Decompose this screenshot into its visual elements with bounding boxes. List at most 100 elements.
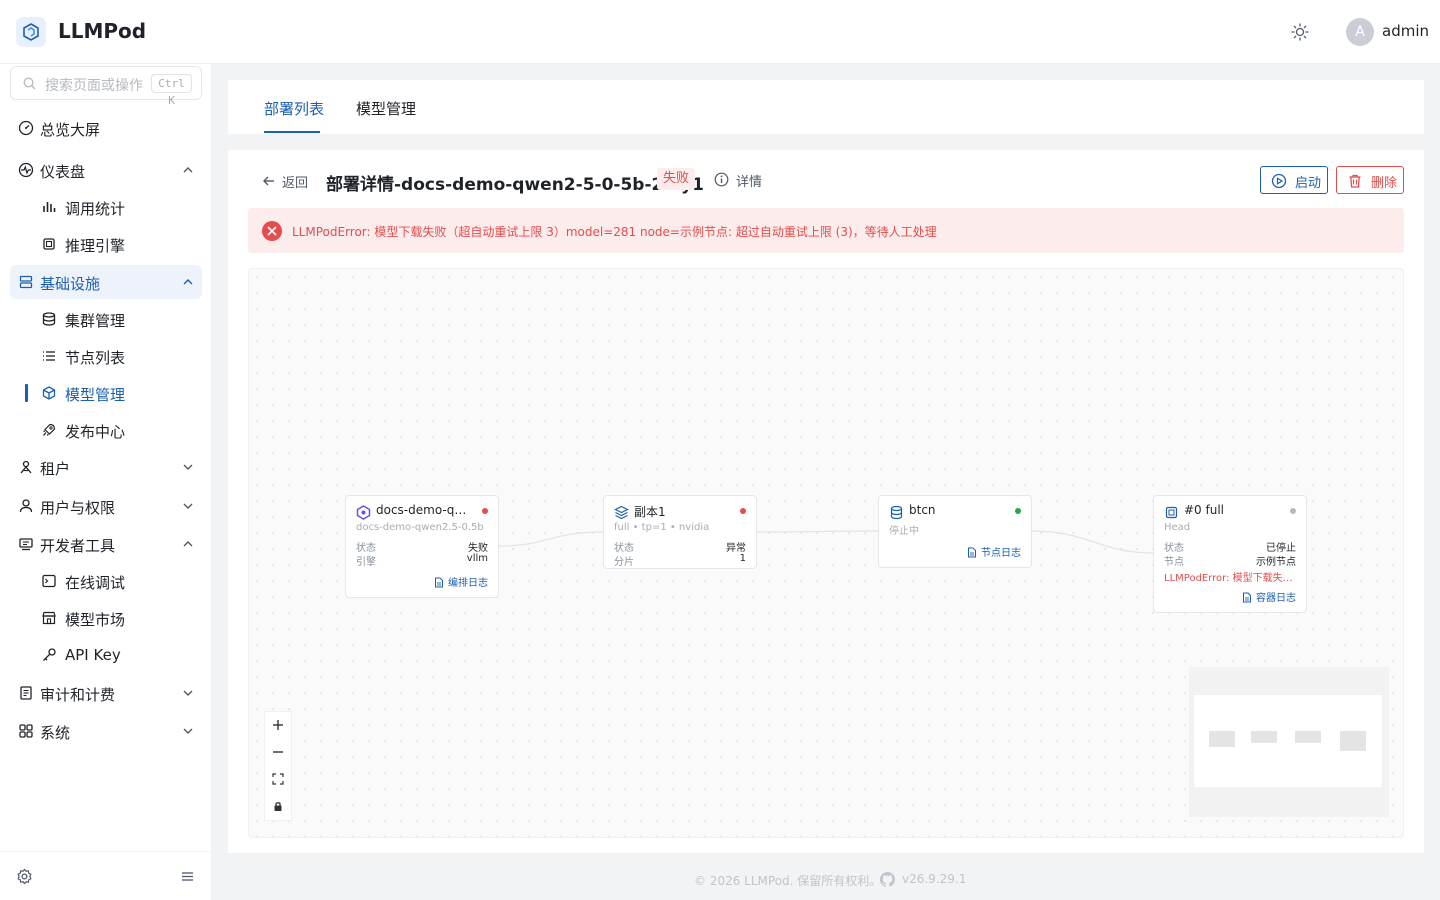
activity-icon — [18, 162, 34, 178]
status-badge: 失败 — [657, 168, 696, 190]
node-title: 副本1 — [634, 505, 666, 519]
replica-node[interactable]: 副本1 full • tp=1 • nvidia 状态 异常 分片 1 — [603, 495, 757, 569]
status-dot — [1015, 508, 1021, 514]
receipt-icon — [20, 686, 32, 700]
minimap-viewport — [1194, 695, 1382, 787]
zoom-in-button[interactable] — [265, 712, 291, 739]
sidebar-item-call-stats[interactable]: 调用统计 — [24, 190, 202, 224]
sidebar-group-label: 开发者工具 — [40, 537, 116, 555]
collapse-menu-icon[interactable] — [180, 869, 195, 884]
container-log-link[interactable]: 容器日志 — [1242, 589, 1296, 604]
github-icon[interactable] — [880, 872, 895, 887]
sidebar-group-users[interactable]: 用户与权限 — [10, 489, 202, 523]
sidebar-item-overview[interactable]: 总览大屏 — [10, 111, 202, 145]
node-engine-row: 引擎 vllm — [356, 553, 488, 568]
tab-deployment-list[interactable]: 部署列表 — [264, 98, 324, 119]
page-title: 部署详情-docs-demo-qwen2-5-0-5b-2my1 — [326, 175, 704, 195]
sidebar-group-label: 仪表盘 — [40, 163, 86, 181]
orchestration-log-link[interactable]: 编排日志 — [434, 574, 488, 589]
gear-icon[interactable] — [16, 868, 33, 885]
status-dot — [1290, 508, 1296, 514]
theme-toggle-sun-icon[interactable] — [1289, 21, 1311, 43]
sidebar-group-system[interactable]: 系统 — [10, 714, 202, 748]
search-input[interactable]: 搜索页面或操作 Ctrl K — [10, 66, 202, 107]
node-log-link[interactable]: 节点日志 — [967, 544, 1021, 559]
zoom-out-button[interactable] — [265, 739, 291, 766]
sidebar-group-label: 审计和计费 — [40, 686, 116, 704]
list-icon — [43, 351, 55, 361]
minimap-node — [1251, 731, 1277, 743]
gauge-icon — [18, 120, 34, 136]
fit-view-button[interactable] — [265, 766, 291, 793]
sidebar-group-dashboard[interactable]: 仪表盘 — [10, 153, 202, 187]
file-icon — [968, 547, 976, 558]
active-indicator — [25, 384, 28, 402]
sidebar-item-label: 发布中心 — [65, 423, 126, 441]
sidebar-group-tenant[interactable]: 租户 — [10, 450, 202, 484]
store-icon — [42, 611, 56, 625]
lock-button[interactable] — [265, 793, 291, 820]
database-icon — [890, 505, 903, 520]
sidebar-item-inference-engine[interactable]: 推理引擎 — [24, 227, 202, 261]
sidebar-footer — [0, 851, 212, 900]
chevron-down-icon — [183, 503, 193, 509]
minimap-node — [1295, 731, 1321, 743]
start-button[interactable]: 启动 — [1260, 166, 1328, 194]
terminal-icon — [42, 574, 56, 588]
minimap-node — [1340, 731, 1366, 751]
chevron-down-icon — [183, 728, 193, 734]
sidebar-group-infrastructure[interactable]: 基础设施 — [10, 265, 202, 299]
trash-icon — [1349, 174, 1361, 188]
node-title: btcn — [909, 503, 936, 517]
sidebar-item-model-management[interactable]: 模型管理 — [24, 376, 202, 410]
search-shortcut-hint: Ctrl K — [151, 74, 192, 107]
top-header: LLMPod A admin — [0, 0, 1440, 64]
sidebar-group-label: 基础设施 — [40, 275, 101, 293]
sidebar-group-label: 用户与权限 — [40, 499, 116, 517]
chevron-down-icon — [183, 690, 193, 696]
sidebar-item-cluster-management[interactable]: 集群管理 — [24, 302, 202, 336]
host-node[interactable]: btcn 停止中 节点日志 — [878, 495, 1032, 568]
sidebar-item-label: API Key — [65, 646, 121, 664]
sidebar-item-model-market[interactable]: 模型市场 — [24, 601, 202, 635]
chip-icon — [43, 238, 55, 250]
layers-icon — [614, 505, 629, 520]
file-icon — [1243, 592, 1251, 603]
sidebar-item-label: 节点列表 — [65, 349, 126, 367]
error-close-circle-icon — [262, 221, 282, 241]
minimap-node — [1209, 731, 1235, 747]
delete-button[interactable]: 删除 — [1336, 166, 1404, 194]
search-placeholder: 搜索页面或操作 — [45, 78, 143, 94]
fit-view-icon — [272, 773, 284, 785]
sidebar-item-online-debug[interactable]: 在线调试 — [24, 564, 202, 598]
sidebar-group-devtools[interactable]: 开发者工具 — [10, 527, 202, 561]
container-node[interactable]: #0 full Head 状态 已停止 节点 示例节点 LLMPodError: 模… — [1153, 495, 1307, 613]
node-shards-row: 分片 1 — [614, 553, 746, 568]
plus-icon — [273, 720, 283, 730]
sidebar-group-audit-billing[interactable]: 审计和计费 — [10, 676, 202, 710]
topology-canvas[interactable]: docs-demo-qwen2.5-0.5b docs-demo-qwen2.5… — [248, 268, 1404, 838]
file-icon — [435, 577, 443, 588]
node-subtitle: 停止中 — [889, 526, 919, 537]
rocket-icon — [43, 423, 56, 436]
user-name[interactable]: admin — [1382, 22, 1429, 40]
arrow-left-icon — [263, 176, 274, 186]
deployment-node[interactable]: docs-demo-qwen2.5-0.5b docs-demo-qwen2.5… — [345, 495, 499, 598]
minimap[interactable] — [1189, 667, 1389, 817]
key-icon — [43, 648, 56, 661]
minus-icon — [273, 751, 283, 753]
user-icon — [19, 499, 33, 513]
apps-grid-icon — [19, 724, 33, 738]
node-title: docs-demo-qwen2.5-0.5b — [376, 503, 476, 517]
tab-model-management[interactable]: 模型管理 — [356, 98, 416, 119]
sidebar-item-release-center[interactable]: 发布中心 — [24, 413, 202, 447]
error-alert: LLMPodError: 模型下载失败（超自动重试上限 3）model=281 … — [248, 208, 1404, 253]
play-circle-icon — [1271, 173, 1287, 189]
sidebar-group-label: 系统 — [40, 724, 71, 742]
node-status-row: 状态 已停止 — [1164, 543, 1296, 554]
status-dot — [482, 508, 488, 514]
sidebar-item-node-list[interactable]: 节点列表 — [24, 339, 202, 373]
node-subtitle: Head — [1164, 522, 1191, 533]
sidebar-item-api-key[interactable]: API Key — [24, 638, 202, 672]
user-avatar[interactable]: A — [1346, 18, 1374, 46]
